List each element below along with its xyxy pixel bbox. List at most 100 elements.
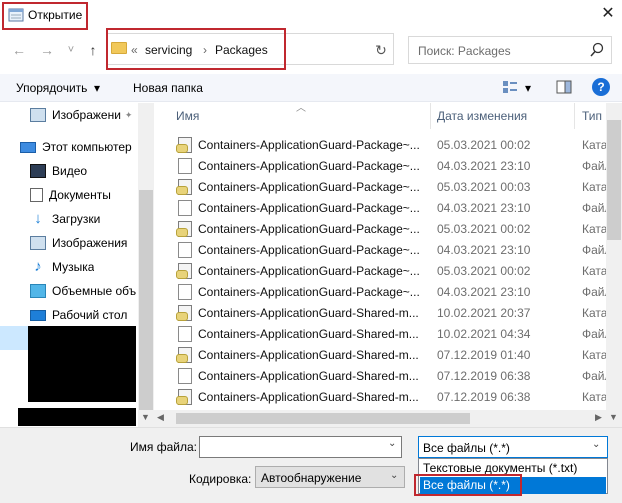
file-type-select[interactable]: Все файлы (*.*)	[418, 436, 608, 458]
file-name: Containers-ApplicationGuard-Package~...	[198, 263, 420, 278]
file-icon	[178, 157, 192, 174]
help-icon[interactable]: ?	[592, 78, 610, 96]
sidebar-item-video[interactable]: Видео	[30, 159, 87, 183]
new-folder-button[interactable]: Новая папка	[133, 81, 203, 95]
table-row[interactable]: Containers-ApplicationGuard-Shared-m... 0…	[154, 344, 608, 365]
table-row[interactable]: Containers-ApplicationGuard-Shared-m... 1…	[154, 302, 608, 323]
up-arrow-icon[interactable]: ↑	[84, 41, 102, 59]
cabinet-file-icon	[176, 136, 192, 153]
sidebar-item-label: Изображени	[52, 108, 121, 122]
file-date: 07.12.2019 06:38	[437, 368, 531, 383]
sidebar-item-label: Музыка	[52, 260, 95, 274]
table-row[interactable]: Containers-ApplicationGuard-Shared-m... 0…	[154, 386, 607, 407]
sidebar-item-downloads[interactable]: ↓ Загрузки	[30, 207, 100, 231]
file-name: Containers-ApplicationGuard-Shared-m...	[198, 347, 419, 362]
file-icon	[178, 241, 192, 258]
cabinet-file-icon	[176, 262, 192, 279]
file-date: 04.03.2021 23:10	[437, 242, 531, 257]
file-date: 04.03.2021 23:10	[437, 284, 531, 299]
view-options-icon[interactable]	[502, 80, 518, 94]
sidebar-scroll-thumb[interactable]	[139, 190, 153, 410]
back-arrow-icon[interactable]: ←	[10, 41, 28, 59]
table-row[interactable]: Containers-ApplicationGuard-Package~... 0…	[154, 197, 612, 218]
command-bar: Упорядочить ▾ Новая папка ▾ ?	[0, 74, 622, 102]
address-highlight	[106, 28, 286, 70]
list-scroll-down-icon[interactable]: ▼	[609, 412, 618, 422]
sidebar-item-label: Этот компьютер	[42, 140, 132, 154]
view-caret-icon[interactable]: ▾	[525, 81, 531, 95]
file-date: 04.03.2021 23:10	[437, 158, 531, 173]
forward-arrow-icon[interactable]: →	[38, 41, 56, 59]
file-type: Ката	[582, 263, 608, 278]
organize-caret-icon[interactable]: ▾	[94, 81, 100, 95]
table-row[interactable]: Containers-ApplicationGuard-Package~... 0…	[154, 239, 612, 260]
scroll-left-icon[interactable]: ◀	[157, 412, 164, 423]
sidebar-item-3d-objects[interactable]: Объемные объ	[30, 279, 136, 303]
sidebar-item-label: Документы	[49, 188, 111, 202]
music-icon: ♪	[34, 258, 42, 275]
sidebar-item-pictures[interactable]: Изображения	[30, 231, 127, 255]
encoding-label: Кодировка:	[189, 472, 252, 486]
file-name: Containers-ApplicationGuard-Shared-m...	[198, 368, 419, 383]
sidebar-item-pictures-quick[interactable]: Изображени ✦	[30, 103, 132, 127]
sidebar-scroll-down-icon[interactable]: ▼	[141, 412, 150, 422]
file-date: 07.12.2019 06:38	[437, 389, 531, 404]
file-icon	[178, 367, 192, 384]
redacted-region	[28, 326, 136, 402]
column-header-type[interactable]: Тип	[582, 103, 602, 129]
file-type: Ката	[582, 221, 608, 236]
scroll-right-icon[interactable]: ▶	[595, 412, 602, 423]
file-name: Containers-ApplicationGuard-Package~...	[198, 200, 420, 215]
file-date: 05.03.2021 00:02	[437, 263, 531, 278]
column-separator	[574, 103, 575, 129]
table-row[interactable]: Containers-ApplicationGuard-Package~... 0…	[154, 218, 608, 239]
sidebar-item-label: Загрузки	[52, 212, 101, 226]
organize-button[interactable]: Упорядочить	[16, 81, 87, 95]
filename-history-chevron-icon[interactable]: ⌄	[388, 438, 396, 449]
documents-icon	[30, 188, 43, 202]
table-row[interactable]: Containers-ApplicationGuard-Shared-m... 0…	[154, 365, 612, 386]
pictures-icon	[30, 108, 46, 122]
close-icon[interactable]: ✕	[598, 4, 618, 24]
sort-ascending-icon: ︿	[296, 103, 306, 114]
refresh-icon[interactable]: ↻	[373, 42, 389, 58]
preview-pane-icon[interactable]	[556, 80, 572, 94]
file-date: 04.03.2021 23:10	[437, 200, 531, 215]
sidebar-item-this-pc[interactable]: Этот компьютер	[20, 135, 132, 159]
recent-locations-chevron-icon[interactable]: ˅	[62, 41, 80, 59]
table-row[interactable]: Containers-ApplicationGuard-Package~... 0…	[154, 176, 607, 197]
file-type: Ката	[582, 347, 608, 362]
file-date: 05.03.2021 00:02	[437, 137, 531, 152]
table-row[interactable]: Containers-ApplicationGuard-Package~... 0…	[154, 134, 607, 155]
file-type: Ката	[582, 305, 608, 320]
column-header-name[interactable]: Имя	[176, 103, 199, 129]
search-icon[interactable]	[589, 42, 605, 58]
search-box[interactable]: Поиск: Packages	[408, 36, 612, 64]
sidebar-item-desktop[interactable]: Рабочий стол	[30, 303, 127, 327]
list-scroll-thumb[interactable]	[607, 120, 621, 240]
sidebar-item-music[interactable]: ♪ Музыка	[30, 255, 94, 279]
table-row[interactable]: Containers-ApplicationGuard-Package~... 0…	[154, 155, 612, 176]
filename-input[interactable]	[199, 436, 402, 458]
all-files-highlight	[414, 474, 522, 496]
horizontal-scroll-thumb[interactable]	[176, 413, 470, 424]
filename-label: Имя файла:	[130, 440, 197, 454]
file-name: Containers-ApplicationGuard-Package~...	[198, 179, 420, 194]
desktop-icon	[30, 309, 46, 321]
table-row[interactable]: Containers-ApplicationGuard-Shared-m... 1…	[154, 323, 612, 344]
encoding-chevron-icon[interactable]: ⌄	[390, 470, 398, 481]
file-type-chevron-icon[interactable]: ⌄	[592, 439, 600, 450]
search-placeholder[interactable]: Поиск: Packages	[418, 44, 511, 58]
cabinet-file-icon	[176, 220, 192, 237]
encoding-select[interactable]: Автообнаружение	[255, 466, 405, 488]
file-name: Containers-ApplicationGuard-Shared-m...	[198, 389, 419, 404]
table-row[interactable]: Containers-ApplicationGuard-Package~... 0…	[154, 260, 608, 281]
sidebar-item-documents[interactable]: Документы	[30, 183, 111, 207]
file-date: 05.03.2021 00:03	[437, 179, 531, 194]
file-list: Имя Дата изменения Тип Containers-Applic…	[154, 103, 622, 427]
sidebar-selection	[0, 326, 28, 350]
table-row[interactable]: Containers-ApplicationGuard-Package~... 0…	[154, 281, 612, 302]
column-header-date[interactable]: Дата изменения	[437, 103, 527, 129]
sidebar-item-label: Рабочий стол	[52, 308, 128, 322]
3d-objects-icon	[30, 284, 46, 298]
